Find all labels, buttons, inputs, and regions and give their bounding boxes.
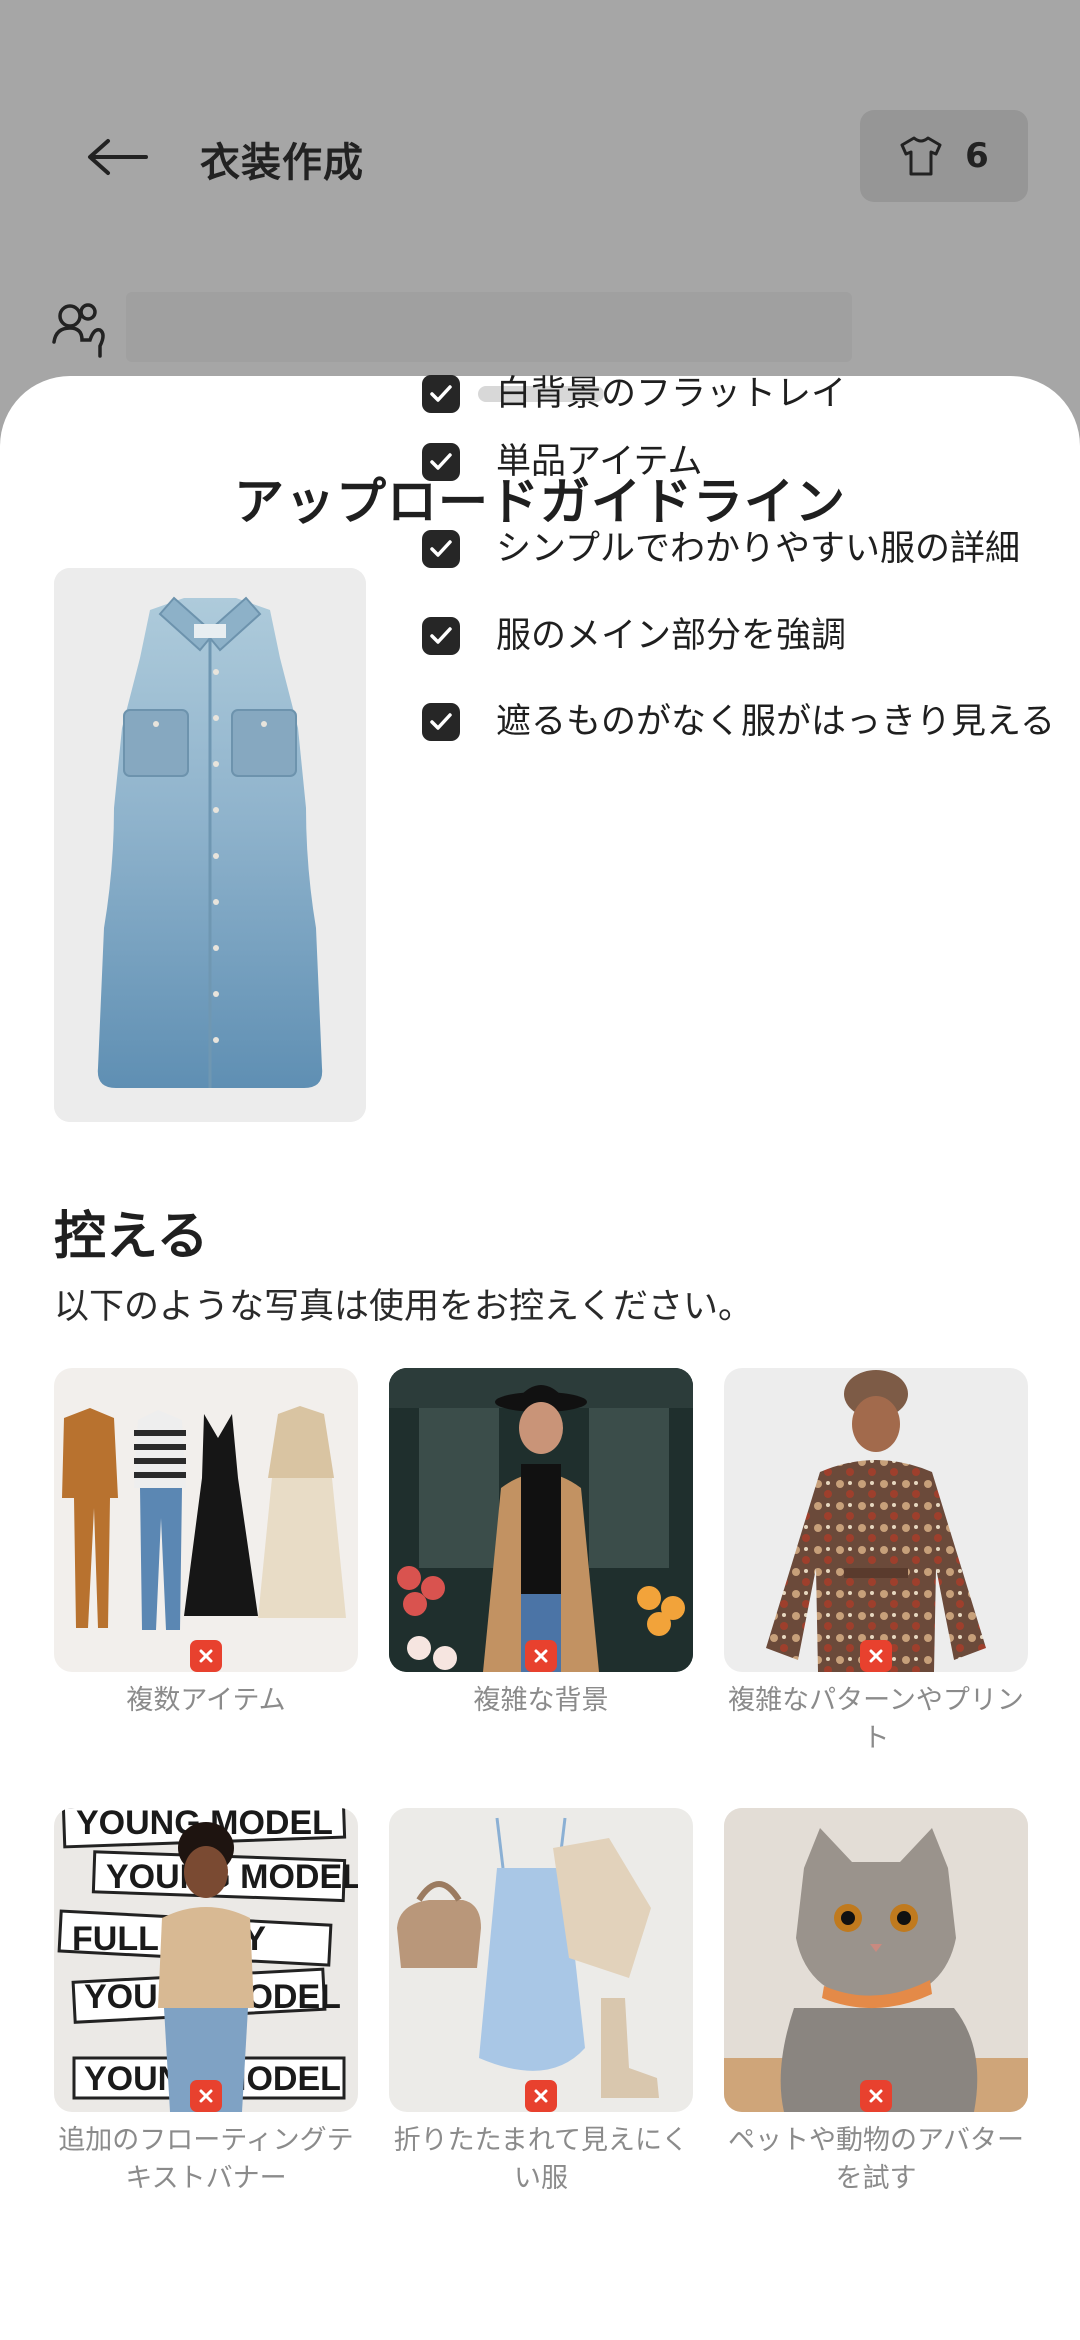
bad-example-image xyxy=(724,1368,1028,1672)
cat-illustration xyxy=(724,1808,1028,2112)
bad-example-label: 複雑なパターンやプリント xyxy=(728,1685,1024,1754)
tshirt-icon xyxy=(900,136,942,176)
closet-count: 6 xyxy=(965,136,989,176)
x-mark-icon xyxy=(860,2080,892,2112)
avoid-heading: 控える xyxy=(54,1207,209,1267)
guideline-text: 遮るものがなく服がはっきり見える xyxy=(496,702,1055,742)
checkbox-icon xyxy=(422,530,460,568)
bad-example-label: 追加のフローティングテキストバナー xyxy=(58,2125,354,2194)
bad-example-label: 折りたたまれて見えにくい服 xyxy=(393,2125,689,2194)
guideline-item: 服のメイン部分を強調 xyxy=(422,610,1080,662)
app-bar: 衣装作成 6 xyxy=(0,0,1080,380)
x-mark-icon xyxy=(190,1640,222,1672)
bad-example-label: 複雑な背景 xyxy=(473,1685,609,1716)
page: 衣装作成 6 アップロードガイドライン 白背景のフラットレイ 単品アイテム シン… xyxy=(0,0,1080,2340)
page-title: 衣装作成 xyxy=(200,140,364,186)
checkbox-icon xyxy=(422,375,460,413)
bad-example-image xyxy=(54,1368,358,1672)
folded-clothes-illustration xyxy=(397,1817,659,2098)
closet-button[interactable]: 6 xyxy=(860,110,1028,202)
bad-example-label: ペットや動物のアバターを試す xyxy=(728,2125,1024,2194)
x-mark-icon xyxy=(525,2080,557,2112)
guideline-item: 白背景のフラットレイ xyxy=(422,368,1080,420)
guideline-item: 単品アイテム xyxy=(422,436,1080,488)
x-mark-icon xyxy=(860,1640,892,1672)
checkbox-icon xyxy=(422,703,460,741)
guideline-text: シンプルでわかりやすい服の詳細 xyxy=(496,529,1020,569)
denim-dress-illustration xyxy=(54,568,366,1122)
complex-background-illustration xyxy=(389,1368,693,1672)
banner-text: YOUNG MODEL xyxy=(106,1858,358,1896)
bad-example-image xyxy=(389,1808,693,2112)
complex-pattern-illustration xyxy=(766,1370,986,1672)
bad-example-image xyxy=(724,1808,1028,2112)
guideline-text: 服のメイン部分を強調 xyxy=(496,616,847,656)
background-search-bar xyxy=(126,292,852,362)
person-icon[interactable] xyxy=(50,298,112,360)
multiple-items-illustration xyxy=(62,1406,346,1630)
back-button[interactable] xyxy=(72,120,162,194)
checkbox-icon xyxy=(422,443,460,481)
avoid-subtitle: 以下のような写真は使用をお控えください。 xyxy=(54,1287,753,1327)
bad-example-label: 複数アイテム xyxy=(126,1685,286,1716)
good-example-image xyxy=(54,568,366,1122)
x-mark-icon xyxy=(525,1640,557,1672)
checkbox-icon xyxy=(422,617,460,655)
guideline-text: 白背景のフラットレイ xyxy=(496,374,847,414)
bad-example-image xyxy=(389,1368,693,1672)
upload-guideline-sheet: アップロードガイドライン 白背景のフラットレイ 単品アイテム シンプルでわかりや… xyxy=(0,374,1080,2340)
guideline-item: 遮るものがなく服がはっきり見える xyxy=(422,696,1080,748)
arrow-left-icon xyxy=(88,139,148,175)
floating-banner-illustration: YOUNG MODEL YOUNG MODEL FULL BODY YOUNG … xyxy=(57,1808,358,2112)
bad-example-image: YOUNG MODEL YOUNG MODEL FULL BODY YOUNG … xyxy=(54,1808,358,2112)
guideline-item: シンプルでわかりやすい服の詳細 xyxy=(422,523,1080,575)
x-mark-icon xyxy=(190,2080,222,2112)
guideline-text: 単品アイテム xyxy=(496,442,703,482)
